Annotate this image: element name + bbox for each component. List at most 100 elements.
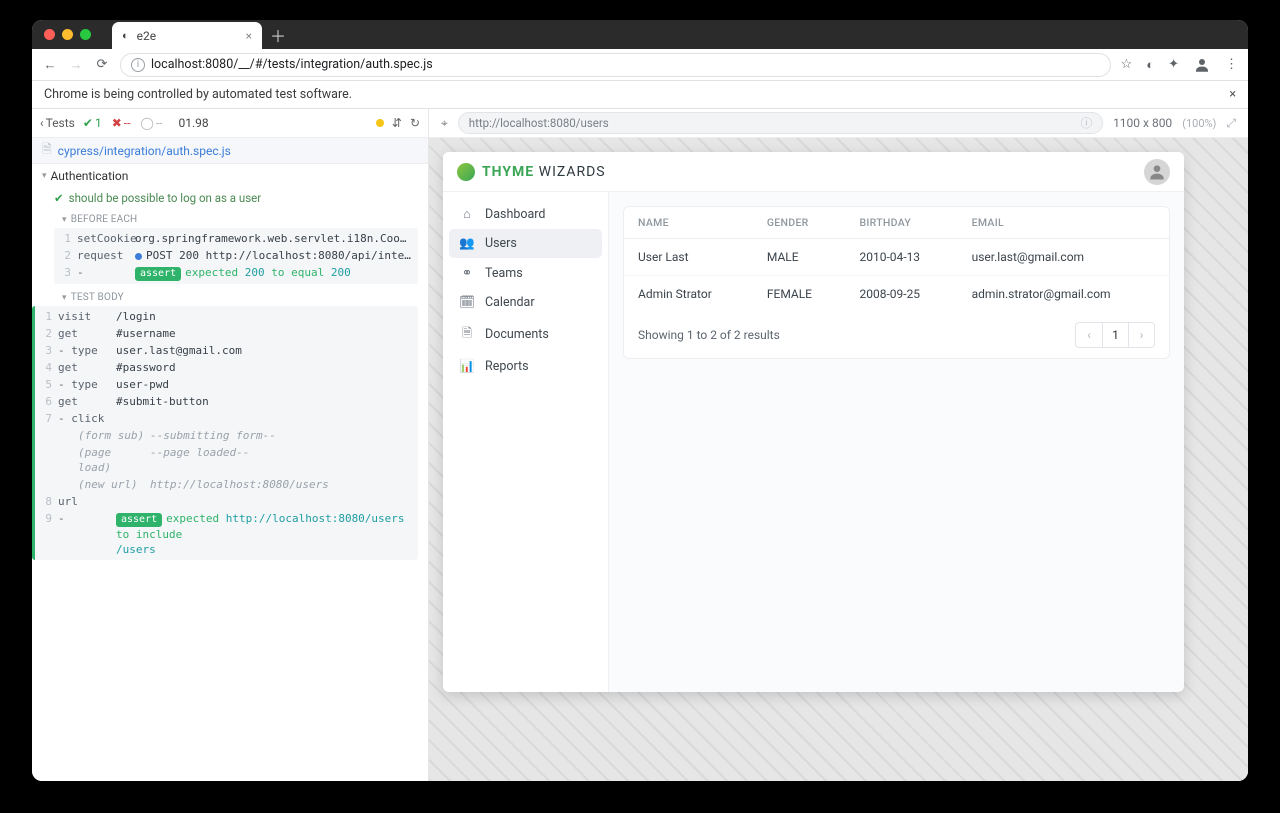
sidebar-item-label: Calendar — [485, 295, 535, 310]
cell-gender: FEMALE — [753, 276, 846, 313]
automation-banner: Chrome is being controlled by automated … — [32, 81, 1248, 109]
browser-toolbar: ← → ⟳ i localhost:8080/__/#/tests/integr… — [32, 49, 1248, 81]
reporter-header: ‹ Tests ✔1 ✖-- ◯-- 01.98 ⇵ ↻ — [32, 109, 428, 138]
window-close-dot[interactable] — [44, 29, 55, 40]
banner-close-icon[interactable]: × — [1229, 87, 1236, 102]
sidebar-item-label: Documents — [485, 327, 549, 342]
app-preview-panel: ⌖ http://localhost:8080/users ⓘ 1100 x 8… — [429, 109, 1248, 781]
site-info-icon[interactable]: i — [131, 58, 145, 72]
browser-tab[interactable]: ◐ e2e × — [112, 22, 262, 50]
command-row[interactable]: 3- assertexpected 200 to equal 200 — [54, 264, 418, 282]
nav-forward-icon[interactable]: → — [68, 57, 84, 73]
cypress-ext-icon[interactable]: ◐ — [1146, 57, 1154, 73]
cypress-favicon-icon: ◐ — [122, 29, 129, 42]
new-tab-button[interactable]: ＋ — [270, 23, 286, 47]
selector-playground-icon[interactable]: ⌖ — [441, 116, 448, 131]
cypress-reporter-panel: ‹ Tests ✔1 ✖-- ◯-- 01.98 ⇵ ↻ 🗎 cypress/i… — [32, 109, 429, 781]
stat-failed: ✖-- — [112, 116, 131, 130]
app-content: NAMEGENDERBIRTHDAYEMAIL User LastMALE201… — [609, 192, 1184, 692]
preview-info-icon[interactable]: ⓘ — [1081, 115, 1093, 131]
preview-url-field[interactable]: http://localhost:8080/users ⓘ — [458, 112, 1103, 134]
command-row[interactable]: 2requestPOST 200 http://localhost:8080/a… — [54, 247, 418, 264]
teams-icon: ⚭ — [459, 265, 475, 281]
sidebar-item-users[interactable]: 👥 Users — [449, 229, 602, 258]
sidebar-item-reports[interactable]: 📊 Reports — [449, 352, 602, 381]
chevron-left-icon: ‹ — [40, 116, 44, 130]
sidebar-item-dashboard[interactable]: ⌂Dashboard — [449, 200, 602, 229]
chart-icon: 📊 — [459, 359, 475, 374]
sidebar-item-label: Reports — [485, 359, 529, 374]
command-row[interactable]: 6get#submit-button — [35, 393, 418, 410]
suite-title[interactable]: ▾ Authentication — [32, 164, 428, 188]
command-row[interactable]: 4get#password — [35, 359, 418, 376]
command-row[interactable]: 8url — [35, 493, 418, 510]
test-body-commands: 1visit/login2get#username3- typeuser.las… — [32, 306, 418, 560]
caret-down-icon: ▾ — [42, 171, 47, 181]
table-footer: Showing 1 to 2 of 2 results ‹ 1 › — [624, 312, 1169, 358]
sidebar-item-label: Users — [485, 236, 517, 251]
sidebar-item-label: Teams — [485, 266, 523, 281]
viewport-dims: 1100 x 800 — [1113, 116, 1172, 130]
run-stats: ✔1 ✖-- ◯-- 01.98 — [83, 116, 209, 130]
x-icon: ✖ — [112, 116, 122, 130]
pager-next[interactable]: › — [1128, 323, 1154, 347]
table-header: BIRTHDAY — [845, 207, 957, 239]
tab-title: e2e — [137, 29, 156, 43]
before-each-label: ▾ BEFORE EACH — [32, 210, 428, 228]
command-row[interactable]: 1setCookieorg.springframework.web.servle… — [54, 230, 418, 247]
command-event-row: (new url)http://localhost:8080/users — [35, 476, 418, 493]
expand-icon[interactable]: ⤢ — [1226, 116, 1236, 131]
command-row[interactable]: 1visit/login — [35, 308, 418, 325]
pager-prev[interactable]: ‹ — [1076, 323, 1102, 347]
preview-url-text: http://localhost:8080/users — [469, 116, 609, 130]
profile-avatar-icon[interactable] — [1193, 56, 1211, 74]
command-row[interactable]: 2get#username — [35, 325, 418, 342]
bookmark-star-icon[interactable]: ☆ — [1121, 57, 1133, 72]
command-row[interactable]: 7- click — [35, 410, 418, 427]
table-header: NAME — [624, 207, 753, 239]
tab-close-icon[interactable]: × — [246, 29, 252, 43]
sidebar-item-calendar[interactable]: 🗓 Calendar — [449, 288, 602, 317]
cell-birthday: 2010-04-13 — [845, 239, 957, 276]
users-icon: 👥 — [459, 236, 475, 251]
doc-icon: 🗎 — [459, 324, 475, 345]
command-event-row: (form sub)--submitting form-- — [35, 427, 418, 444]
extensions-icon[interactable]: ✦ — [1168, 57, 1179, 72]
nav-reload-icon[interactable]: ⟳ — [94, 57, 110, 72]
pager: ‹ 1 › — [1075, 322, 1155, 348]
sidebar-item-teams[interactable]: ⚭ Teams — [449, 258, 602, 288]
cell-birthday: 2008-09-25 — [845, 276, 957, 313]
tests-back-button[interactable]: ‹ Tests — [40, 116, 75, 130]
results-summary: Showing 1 to 2 of 2 results — [638, 328, 780, 342]
sidebar-item-documents[interactable]: 🗎 Documents — [449, 317, 602, 352]
command-row[interactable]: 9- assertexpected http://localhost:8080/… — [35, 510, 418, 558]
nav-back-icon[interactable]: ← — [42, 57, 58, 73]
app-sidebar: ⌂Dashboard 👥 Users ⚭ Teams 🗓 Calendar 🗎 Document… — [443, 192, 609, 692]
circle-icon: ◯ — [140, 116, 153, 130]
cell-email: admin.strator@gmail.com — [958, 276, 1169, 313]
calendar-icon: 🗓 — [459, 295, 475, 310]
check-icon: ✔ — [54, 191, 64, 205]
test-title-row[interactable]: ✔ should be possible to log on as a user — [32, 188, 428, 210]
rerun-icon[interactable]: ↻ — [410, 116, 420, 130]
test-body-label: ▾ TEST BODY — [32, 288, 428, 306]
app-logo[interactable]: THYME WIZARDS — [457, 163, 606, 181]
window-minimize-dot[interactable] — [62, 29, 73, 40]
address-bar[interactable]: i localhost:8080/__/#/tests/integration/… — [120, 53, 1111, 77]
pager-current[interactable]: 1 — [1102, 323, 1128, 347]
table-header: GENDER — [753, 207, 846, 239]
table-header: EMAIL — [958, 207, 1169, 239]
command-row[interactable]: 3- typeuser.last@gmail.com — [35, 342, 418, 359]
aut-frame: THYME WIZARDS ⌂Dashboard 👥 Users ⚭ Teams 🗓 Cal… — [443, 152, 1184, 692]
user-avatar[interactable] — [1144, 159, 1170, 185]
users-table: NAMEGENDERBIRTHDAYEMAIL User LastMALE201… — [624, 207, 1169, 312]
address-text: localhost:8080/__/#/tests/integration/au… — [151, 57, 433, 72]
table-row[interactable]: User LastMALE2010-04-13user.last@gmail.c… — [624, 239, 1169, 276]
thyme-logo-icon — [457, 163, 475, 181]
spec-file-link[interactable]: cypress/integration/auth.spec.js — [58, 144, 231, 158]
table-row[interactable]: Admin StratorFEMALE2008-09-25admin.strat… — [624, 276, 1169, 313]
window-maximize-dot[interactable] — [80, 29, 91, 40]
command-row[interactable]: 5- typeuser-pwd — [35, 376, 418, 393]
viewport-resize-icon[interactable]: ⇵ — [392, 116, 402, 130]
chrome-menu-icon[interactable]: ⋮ — [1225, 57, 1238, 72]
